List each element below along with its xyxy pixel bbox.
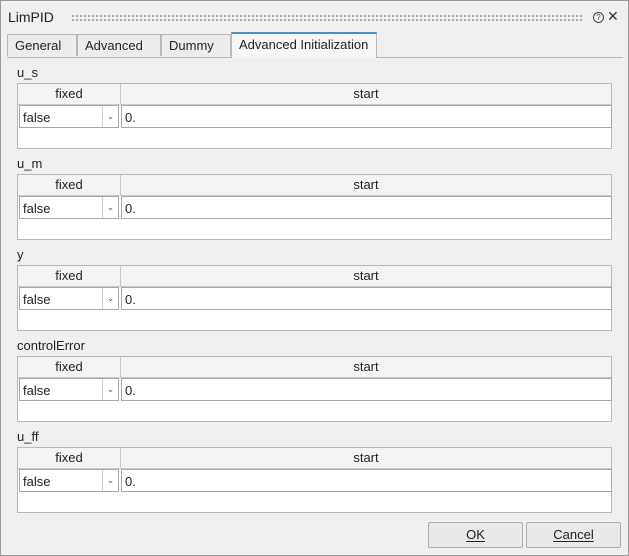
ok-button[interactable]: OK (428, 522, 523, 548)
fixed-select[interactable]: false ⌄ (19, 287, 119, 310)
start-input[interactable]: 0. (121, 287, 612, 310)
fixed-select-value: false (23, 383, 51, 398)
fixed-select[interactable]: false ⌄ (19, 378, 119, 401)
tab-bar: General Advanced Dummy Advanced Initiali… (7, 32, 627, 58)
start-input-value: 0. (125, 201, 136, 216)
cancel-button[interactable]: Cancel (526, 522, 621, 548)
chevron-down-icon[interactable]: ⌄ (102, 106, 118, 127)
tab-label: General (15, 38, 62, 53)
column-header-start: start (121, 175, 611, 196)
chevron-down-icon[interactable]: ⌄ (102, 197, 118, 218)
init-grid-u-s: fixed start false ⌄ 0. (17, 83, 612, 149)
column-header-start: start (121, 266, 611, 287)
drag-grip[interactable] (71, 14, 583, 22)
close-icon[interactable]: ✕ (607, 9, 619, 23)
ok-button-label: OK (466, 527, 485, 542)
start-input[interactable]: 0. (121, 469, 612, 492)
init-grid-u-ff: fixed start false ⌄ 0. (17, 447, 612, 513)
column-header-start: start (121, 357, 611, 378)
dialog-window: LimPID ? ✕ General Advanced Dummy Advanc… (0, 0, 629, 556)
fixed-select[interactable]: false ⌄ (19, 196, 119, 219)
fixed-select-value: false (23, 292, 51, 307)
start-input[interactable]: 0. (121, 105, 612, 128)
chevron-down-icon[interactable]: ⌄ (102, 288, 118, 309)
section-label-y: y (17, 247, 24, 262)
cancel-button-label: Cancel (553, 527, 594, 542)
fixed-select-value: false (23, 110, 51, 125)
title-bar[interactable]: LimPID ? ✕ (1, 1, 628, 29)
fixed-select[interactable]: false ⌄ (19, 469, 119, 492)
column-header-start: start (121, 84, 611, 105)
column-header-fixed: fixed (18, 84, 121, 105)
start-input[interactable]: 0. (121, 196, 612, 219)
section-label-control-error: controlError (17, 338, 85, 353)
start-input[interactable]: 0. (121, 378, 612, 401)
init-grid-y: fixed start false ⌄ 0. (17, 265, 612, 331)
column-header-fixed: fixed (18, 266, 121, 287)
tab-label: Advanced (85, 38, 143, 53)
start-input-value: 0. (125, 474, 136, 489)
start-input-value: 0. (125, 110, 136, 125)
start-input-value: 0. (125, 292, 136, 307)
fixed-select-value: false (23, 474, 51, 489)
tab-label: Advanced Initialization (239, 37, 369, 52)
tab-advanced[interactable]: Advanced (77, 34, 161, 56)
column-header-fixed: fixed (18, 448, 121, 469)
window-title: LimPID (8, 9, 54, 25)
tab-dummy[interactable]: Dummy (161, 34, 231, 56)
init-grid-u-m: fixed start false ⌄ 0. (17, 174, 612, 240)
tab-label: Dummy (169, 38, 214, 53)
section-label-u-ff: u_ff (17, 429, 39, 444)
section-label-u-s: u_s (17, 65, 38, 80)
help-icon[interactable]: ? (593, 12, 604, 23)
chevron-down-icon[interactable]: ⌄ (102, 379, 118, 400)
fixed-select-value: false (23, 201, 51, 216)
tab-general[interactable]: General (7, 34, 77, 56)
section-label-u-m: u_m (17, 156, 43, 171)
column-header-fixed: fixed (18, 175, 121, 196)
chevron-down-icon[interactable]: ⌄ (102, 470, 118, 491)
start-input-value: 0. (125, 383, 136, 398)
column-header-fixed: fixed (18, 357, 121, 378)
init-grid-control-error: fixed start false ⌄ 0. (17, 356, 612, 422)
fixed-select[interactable]: false ⌄ (19, 105, 119, 128)
tab-advanced-initialization[interactable]: Advanced Initialization (231, 32, 377, 58)
column-header-start: start (121, 448, 611, 469)
